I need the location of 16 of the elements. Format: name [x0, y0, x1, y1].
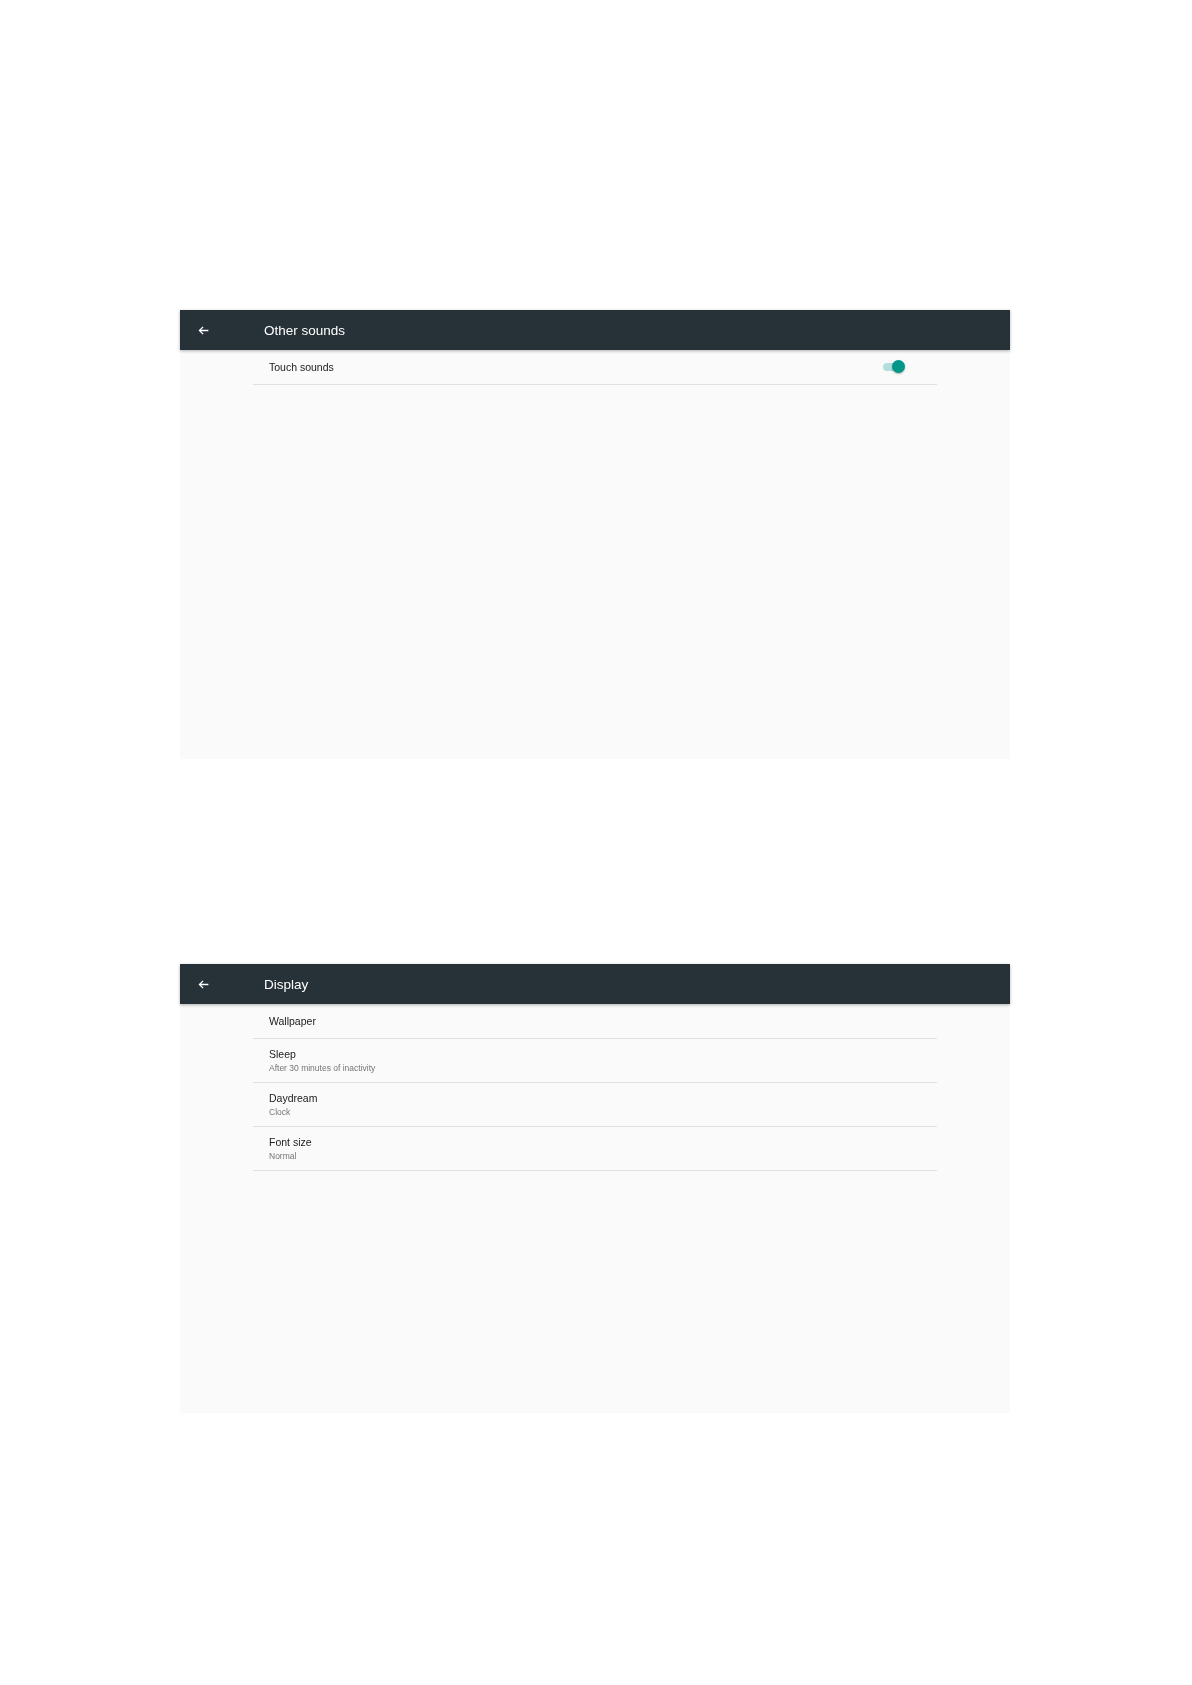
settings-item[interactable]: Wallpaper: [253, 1004, 937, 1039]
item-title: Sleep: [269, 1048, 297, 1060]
item-title: Touch sounds: [269, 361, 335, 373]
item-title: Font size: [269, 1136, 313, 1148]
item-summary: Normal: [269, 1151, 298, 1161]
screen-title: Other sounds: [264, 322, 346, 338]
settings-item[interactable]: Daydream Clock: [253, 1083, 937, 1127]
screen-title: Display: [264, 976, 309, 992]
settings-item[interactable]: Touch sounds: [253, 350, 937, 385]
item-title: Wallpaper: [269, 1015, 317, 1027]
settings-item[interactable]: Sleep After 30 minutes of inactivity: [253, 1039, 937, 1083]
item-summary: After 30 minutes of inactivity: [269, 1063, 377, 1073]
item-title: Daydream: [269, 1092, 319, 1104]
settings-item[interactable]: Font size Normal: [253, 1127, 937, 1171]
item-summary: Clock: [269, 1107, 292, 1117]
toggle-switch[interactable]: [883, 360, 905, 374]
